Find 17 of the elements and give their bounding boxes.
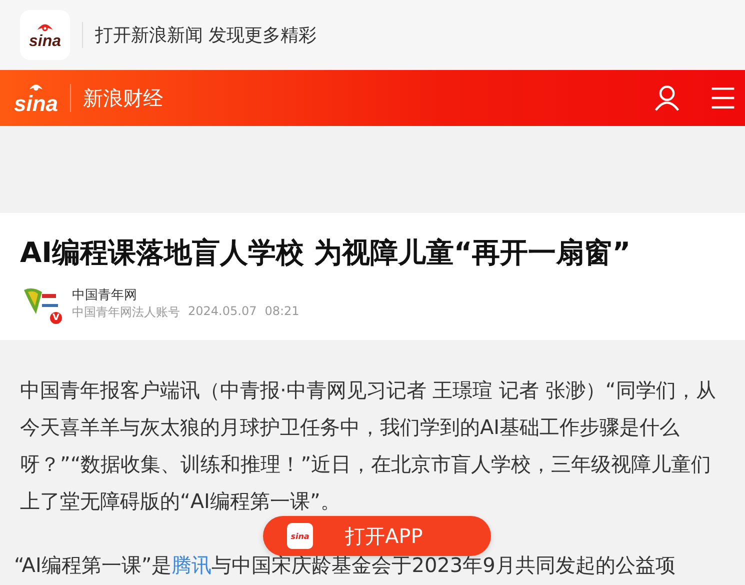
app-logo: sina — [287, 523, 313, 549]
channel-title[interactable]: 新浪财经 — [83, 84, 164, 112]
paragraph: 中国青年报客户端讯（中青报·中青网见习记者 王璟瑄 记者 张渺）“同学们，从今天喜羊羊与灰太狼的月球护卫任务中，我们学到的AI基础工作步骤是什么呀？”“数据收集、训练和推理！”近日，在北京市盲人学校，三年级视障儿童们上了堂无障碍版的“AI编程第一课”。 — [20, 377, 717, 516]
logo-text: sina — [28, 34, 61, 50]
account-type: 中国青年网法人账号 — [72, 304, 180, 321]
verified-badge: V — [50, 312, 62, 324]
publish-date: 2024.05.07 — [188, 304, 257, 320]
banner-text[interactable]: 打开新浪新闻 发现更多精彩 — [95, 23, 317, 47]
user-icon[interactable] — [653, 84, 681, 112]
author-name[interactable]: 中国青年网 — [72, 286, 300, 304]
app-logo[interactable]: sina — [20, 10, 70, 60]
article-title: AI编程课落地盲人学校 为视障儿童“再开一扇窗” — [20, 235, 632, 271]
paragraph: “AI编程第一课”是腾讯与中国宋庆龄基金会于2023年9月共同发起的公益项 — [14, 555, 676, 576]
link[interactable]: 腾讯 — [172, 553, 212, 578]
publish-time: 08:21 — [264, 304, 300, 320]
open-app-button[interactable]: sina 打开APP — [263, 516, 491, 556]
logo-text[interactable]: sina — [14, 93, 58, 115]
